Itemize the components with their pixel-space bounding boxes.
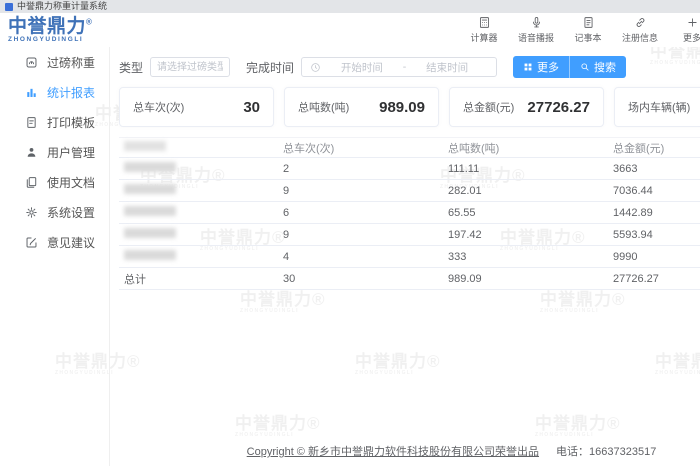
window-title: 中誉鼎力称重计量系统 (17, 2, 107, 11)
table-row: 9 197.42 5593.94 (119, 224, 700, 246)
sidebar-item-label: 使用文档 (47, 174, 95, 191)
table-total-row: 总计 30 989.09 27726.27 (119, 268, 700, 290)
card-onsite-vehicles: 场内车辆(辆) (614, 87, 700, 127)
summary-cards: 总车次(次) 30 总吨数(吨) 989.09 总金额(元) 27726.27 … (119, 87, 700, 127)
type-filter-label: 类型 (119, 59, 143, 76)
weighbridge-icon (25, 56, 38, 69)
main-content: 类型 完成时间 开始时间 - 结束时间 更多 搜索 总车次(次) 30 总吨数(… (111, 47, 700, 466)
window-titlebar: 中誉鼎力称重计量系统 (0, 0, 700, 13)
header-total-amount: 总金额(元) (613, 140, 700, 156)
sidebar-item-user-management[interactable]: 用户管理 (0, 137, 109, 167)
edit-pencil-icon (25, 236, 38, 249)
table-header-row: 总车次(次) 总吨数(吨) 总金额(元) (119, 137, 700, 158)
notepad-icon (582, 16, 595, 29)
weigh-type-select[interactable] (150, 57, 230, 77)
notepad-button[interactable]: 记事本 (572, 16, 604, 44)
redacted-name-cell (124, 228, 176, 238)
calculator-button[interactable]: 计算器 (468, 16, 500, 44)
more-icon (686, 16, 699, 29)
end-time-placeholder: 结束时间 (406, 60, 488, 75)
page-footer: Copyright © 新乡市中誉鼎力软件科技股份有限公司荣誉出品 电话：166… (111, 443, 700, 459)
total-trips-value: 30 (243, 99, 260, 116)
table-row: 2 111.11 3663 (119, 158, 700, 180)
sidebar-item-system-settings[interactable]: 系统设置 (0, 197, 109, 227)
sidebar-item-weighing[interactable]: 过磅称重 (0, 47, 109, 77)
clock-icon (310, 62, 321, 73)
filter-bar: 类型 完成时间 开始时间 - 结束时间 更多 搜索 (119, 55, 700, 79)
card-total-trips: 总车次(次) 30 (119, 87, 274, 127)
calculator-icon (478, 16, 491, 29)
registered-mark: ® (86, 17, 92, 26)
redacted-name-cell (124, 184, 176, 194)
app-window-icon (5, 3, 13, 11)
card-total-amount: 总金额(元) 27726.27 (449, 87, 604, 127)
user-icon (25, 146, 38, 159)
logo-text: 中誉鼎力® (8, 17, 92, 36)
redacted-header-cell (124, 141, 166, 151)
grid-icon (523, 62, 533, 72)
total-row-label: 总计 (119, 271, 283, 287)
sidebar-item-label: 统计报表 (47, 84, 95, 101)
gear-icon (25, 206, 38, 219)
statistics-table: 总车次(次) 总吨数(吨) 总金额(元) 2 111.11 3663 9 282… (119, 137, 700, 290)
finish-time-filter-label: 完成时间 (246, 59, 294, 76)
redacted-name-cell (124, 250, 176, 260)
sidebar-item-print-template[interactable]: 打印模板 (0, 107, 109, 137)
link-icon (634, 16, 647, 29)
sidebar-item-statistics-report[interactable]: 统计报表 (0, 77, 109, 107)
redacted-name-cell (124, 206, 176, 216)
sidebar-item-feedback[interactable]: 意见建议 (0, 227, 109, 257)
copyright-link[interactable]: Copyright © 新乡市中誉鼎力软件科技股份有限公司荣誉出品 (247, 446, 539, 458)
document-icon (25, 116, 38, 129)
redacted-name-cell (124, 162, 176, 172)
sidebar-item-label: 打印模板 (47, 114, 95, 131)
header-toolbar: 计算器 语音播报 记事本 注册信息 更多 (468, 16, 700, 44)
total-tons-value: 989.09 (379, 99, 425, 116)
registration-info-button[interactable]: 注册信息 (624, 16, 656, 44)
date-range-picker[interactable]: 开始时间 - 结束时间 (301, 57, 497, 77)
table-row: 9 282.01 7036.44 (119, 180, 700, 202)
footer-phone: 电话：16637323517 (556, 446, 656, 458)
header-total-trips: 总车次(次) (283, 140, 448, 156)
brand-logo: 中誉鼎力® ZHONGYUDINGLI (8, 17, 92, 44)
search-icon (580, 62, 590, 72)
search-button[interactable]: 搜索 (570, 56, 626, 78)
more-filters-button[interactable]: 更多 (513, 56, 570, 78)
sidebar-nav: 过磅称重 统计报表 打印模板 用户管理 使用文档 系统设置 意见建议 (0, 47, 110, 466)
app-header: 中誉鼎力® ZHONGYUDINGLI 计算器 语音播报 记事本 注册信息 更多 (0, 13, 700, 47)
bar-chart-icon (25, 86, 38, 99)
copy-docs-icon (25, 176, 38, 189)
sidebar-item-label: 系统设置 (47, 204, 95, 221)
logo-subtext: ZHONGYUDINGLI (8, 37, 92, 44)
voice-broadcast-button[interactable]: 语音播报 (520, 16, 552, 44)
total-amount-value: 27726.27 (527, 99, 590, 116)
start-time-placeholder: 开始时间 (321, 60, 403, 75)
sidebar-item-documentation[interactable]: 使用文档 (0, 167, 109, 197)
microphone-icon (530, 16, 543, 29)
filter-buttons: 更多 搜索 (513, 56, 626, 78)
more-tools-button[interactable]: 更多 (676, 16, 700, 44)
table-row: 6 65.55 1442.89 (119, 202, 700, 224)
sidebar-item-label: 用户管理 (47, 144, 95, 161)
sidebar-item-label: 意见建议 (47, 234, 95, 251)
table-row: 4 333 9990 (119, 246, 700, 268)
header-total-tons: 总吨数(吨) (448, 140, 613, 156)
card-total-tons: 总吨数(吨) 989.09 (284, 87, 439, 127)
sidebar-item-label: 过磅称重 (47, 54, 95, 71)
